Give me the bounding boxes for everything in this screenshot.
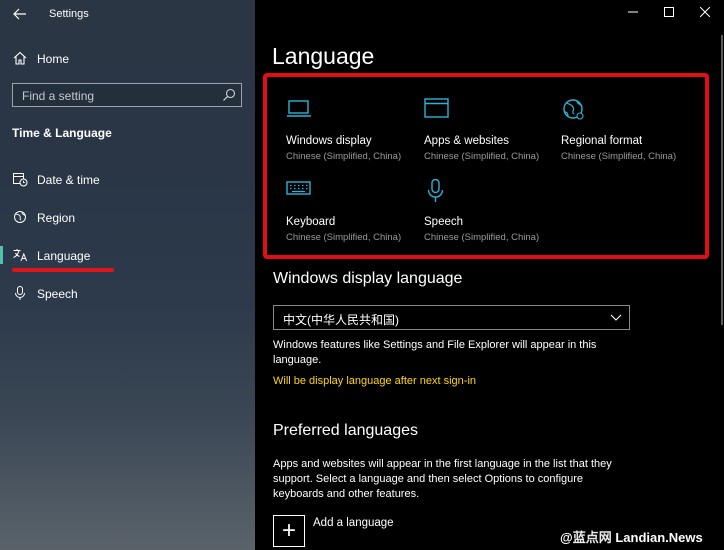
sidebar-item-label: Home: [37, 52, 70, 66]
home-icon: [13, 51, 27, 65]
back-arrow-icon: [13, 8, 26, 20]
chevron-down-icon: [610, 314, 622, 321]
add-language-button[interactable]: +: [273, 515, 305, 547]
maximize-button[interactable]: [654, 4, 684, 22]
tile-apps-websites[interactable]: Apps & websites Chinese (Simplified, Chi…: [424, 98, 559, 168]
page-title: Language: [272, 43, 375, 69]
monitor-icon: [287, 100, 311, 117]
red-underline-annotation: [12, 268, 114, 272]
minimize-icon: [628, 11, 638, 13]
sidebar-item-label: Speech: [37, 287, 78, 301]
search-icon[interactable]: [222, 88, 236, 102]
section-title: Time & Language: [12, 126, 112, 140]
tile-title: Keyboard: [286, 216, 336, 228]
sidebar-item-speech[interactable]: Speech: [0, 279, 255, 307]
tile-subtitle: Chinese (Simplified, China): [424, 151, 540, 162]
back-button[interactable]: [10, 5, 30, 23]
search-input[interactable]: Find a setting: [12, 83, 242, 107]
sidebar-item-region[interactable]: Region: [0, 203, 255, 231]
tile-regional-format[interactable]: Regional format Chinese (Simplified, Chi…: [561, 98, 696, 168]
add-language-label[interactable]: Add a language: [313, 517, 394, 529]
preferred-languages-description: Apps and websites will appear in the fir…: [273, 458, 612, 500]
tile-title: Speech: [424, 216, 464, 228]
watermark: @蓝点网 Landian.News: [560, 530, 703, 545]
sidebar-item-label: Region: [37, 211, 76, 225]
close-button[interactable]: [690, 4, 720, 22]
select-value: 中文(中华人民共和国): [283, 313, 399, 327]
sidebar-item-date-time[interactable]: Date & time: [0, 165, 255, 193]
display-language-heading: Windows display language: [273, 270, 463, 287]
microphone-icon: [427, 179, 444, 202]
display-language-select[interactable]: 中文(中华人民共和国): [273, 305, 630, 330]
tile-subtitle: Chinese (Simplified, China): [561, 151, 677, 162]
tile-title: Regional format: [561, 135, 643, 147]
maximize-icon: [664, 7, 674, 17]
sidebar-item-home[interactable]: Home: [0, 44, 255, 72]
tile-subtitle: Chinese (Simplified, China): [286, 151, 402, 162]
display-language-notice: Will be display language after next sign…: [273, 375, 477, 387]
sidebar: Settings Home Find a setting Time & Lang…: [0, 0, 255, 550]
search-placeholder: Find a setting: [22, 89, 95, 103]
language-icon: [13, 249, 28, 262]
sidebar-item-language[interactable]: Language: [0, 241, 255, 269]
tile-subtitle: Chinese (Simplified, China): [286, 232, 402, 243]
tile-subtitle: Chinese (Simplified, China): [424, 232, 540, 243]
tile-speech[interactable]: Speech Chinese (Simplified, China): [424, 179, 559, 249]
sidebar-item-label: Date & time: [37, 173, 100, 187]
tile-title: Windows display: [286, 135, 372, 147]
sidebar-titlebar: Settings: [0, 0, 255, 28]
plus-icon: +: [281, 517, 296, 544]
active-indicator: [0, 246, 3, 264]
globe-icon: [563, 99, 584, 120]
region-icon: [14, 211, 26, 223]
sidebar-item-label: Language: [37, 249, 91, 263]
app-title: Settings: [49, 8, 89, 20]
minimize-button[interactable]: [618, 4, 648, 22]
tile-title: Apps & websites: [424, 135, 510, 147]
browser-window-icon: [424, 98, 449, 118]
tile-windows-display[interactable]: Windows display Chinese (Simplified, Chi…: [286, 98, 421, 168]
keyboard-icon: [286, 181, 311, 195]
main-panel: Language Windows display Chinese (Simpli…: [255, 0, 724, 550]
date-time-icon: [13, 173, 28, 187]
close-icon: [699, 6, 711, 18]
scrollbar[interactable]: [721, 35, 723, 325]
microphone-icon: [15, 286, 25, 300]
tile-keyboard[interactable]: Keyboard Chinese (Simplified, China): [286, 179, 421, 249]
preferred-languages-heading: Preferred languages: [273, 422, 418, 439]
display-language-description: Windows features like Settings and File …: [273, 339, 597, 366]
